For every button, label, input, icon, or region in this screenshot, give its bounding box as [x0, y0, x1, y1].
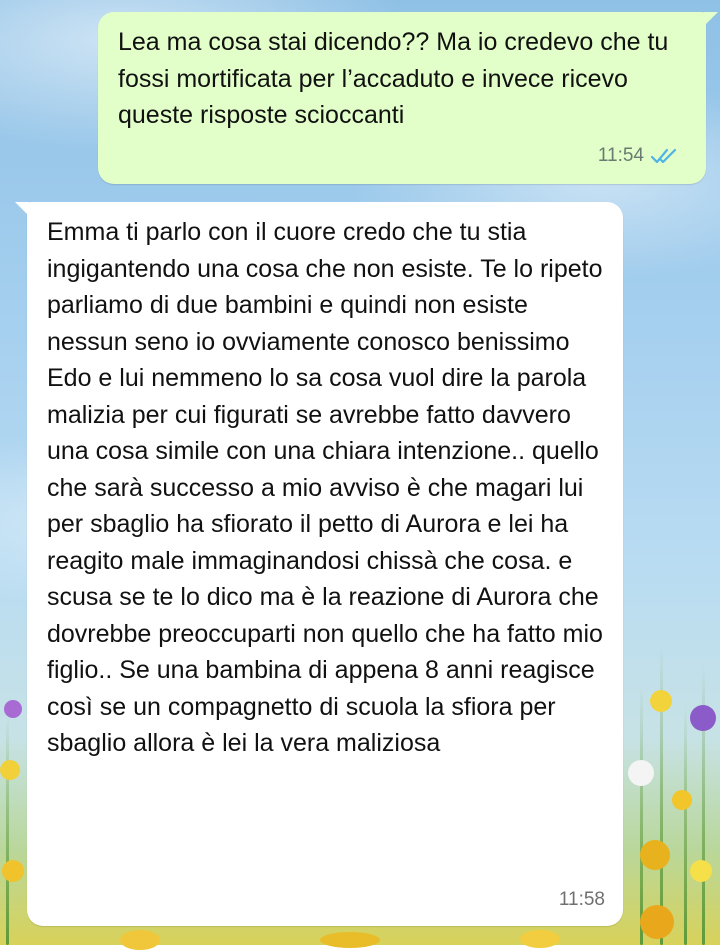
wallpaper-flower — [120, 930, 160, 950]
wallpaper-grass — [640, 685, 643, 945]
wallpaper-flower — [650, 690, 672, 712]
incoming-message-bubble[interactable]: Emma ti parlo con il cuore credo che tu … — [15, 202, 623, 926]
wallpaper-flower — [672, 790, 692, 810]
wallpaper-flower — [4, 700, 22, 718]
wallpaper-flower — [320, 932, 380, 948]
wallpaper-flower — [690, 705, 716, 731]
message-meta: 11:54 — [598, 138, 680, 175]
wallpaper-flower — [690, 860, 712, 882]
message-time: 11:58 — [558, 888, 605, 910]
wallpaper-flower — [628, 760, 654, 786]
wallpaper-flower — [640, 840, 670, 870]
message-meta: 11:58 — [559, 882, 605, 919]
double-check-read-icon — [650, 148, 677, 163]
wallpaper-grass — [6, 715, 9, 945]
wallpaper-flower — [0, 760, 20, 780]
outgoing-message-bubble[interactable]: Lea ma cosa stai dicendo?? Ma io credevo… — [98, 12, 718, 184]
message-time: 11:54 — [597, 144, 644, 166]
message-text: Lea ma cosa stai dicendo?? Ma io credevo… — [118, 28, 669, 129]
wallpaper-grass — [684, 705, 687, 945]
wallpaper-flower — [640, 905, 674, 939]
wallpaper-flower — [520, 930, 560, 948]
message-text: Emma ti parlo con il cuore credo che tu … — [47, 218, 603, 757]
wallpaper-flower — [2, 860, 24, 882]
